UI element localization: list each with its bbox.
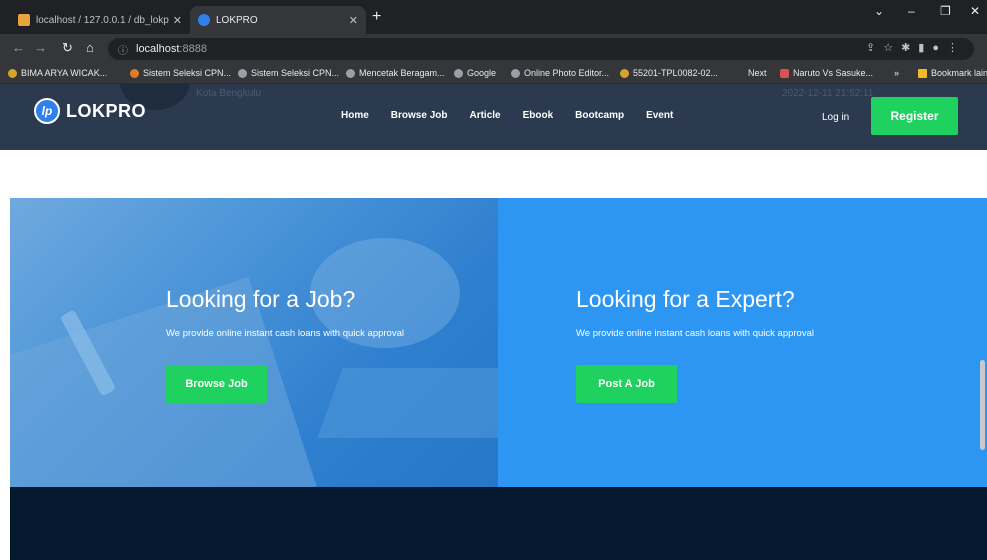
tab-search-icon[interactable]: ⌄ <box>874 4 884 18</box>
nav-ebook[interactable]: Ebook <box>523 110 554 121</box>
bookmark-item[interactable]: Mencetak Beragam... <box>346 68 445 78</box>
extensions-icon[interactable]: ✱ <box>901 42 918 54</box>
close-icon[interactable]: ✕ <box>349 14 358 27</box>
bookmark-item[interactable]: Google <box>454 68 496 78</box>
bookmark-item[interactable]: BIMA ARYA WICAK... <box>8 68 107 78</box>
bookmark-icon <box>511 68 520 78</box>
close-icon[interactable]: ✕ <box>173 14 182 27</box>
home-icon[interactable]: ⌂ <box>86 40 94 55</box>
folder-icon <box>918 68 927 78</box>
url-text: localhost:8888 <box>136 43 207 55</box>
reload-icon[interactable]: ↻ <box>62 40 73 56</box>
employer-subtitle: We provide online instant cash loans wit… <box>576 328 814 339</box>
bookmark-item[interactable]: Naruto Vs Sasuke... <box>780 68 873 78</box>
window-close-icon[interactable]: ✕ <box>970 4 980 18</box>
bookmark-icon <box>620 68 629 78</box>
nav-event[interactable]: Event <box>646 110 673 121</box>
site-logo[interactable]: lp LOKPRO <box>34 98 146 124</box>
info-icon[interactable]: ⓘ <box>118 42 128 57</box>
bookmarks-overflow[interactable]: » <box>894 68 899 78</box>
minimize-icon[interactable]: – <box>908 4 915 18</box>
register-button[interactable]: Register <box>871 97 958 135</box>
ghost-location-text: Kota Bengkulu <box>196 88 262 99</box>
employer-title: Looking for a Expert? <box>576 286 795 312</box>
new-tab-button[interactable]: + <box>372 6 381 28</box>
bookmark-folder[interactable]: Bookmark lain <box>918 68 987 78</box>
bookmark-icon <box>8 68 17 78</box>
brand-name: LOKPRO <box>66 100 147 121</box>
tab-title: localhost / 127.0.0.1 / db_lokpro <box>36 14 169 26</box>
bookmark-item[interactable]: 55201-TPL0082-02... <box>620 68 718 78</box>
star-icon[interactable]: ☆ <box>883 42 901 54</box>
lokpro-logo-icon: lp <box>34 98 60 124</box>
phpmyadmin-icon <box>18 14 30 26</box>
nav-bootcamp[interactable]: Bootcamp <box>575 110 624 121</box>
menu-icon[interactable]: ⋮ <box>947 42 966 54</box>
nav-article[interactable]: Article <box>469 110 500 121</box>
browse-job-button[interactable]: Browse Job <box>166 365 267 403</box>
toolbar-actions: ⇪☆✱▮●⋮ <box>866 41 966 54</box>
main-nav: Home Browse Job Article Ebook Bootcamp E… <box>341 110 695 121</box>
bookmark-icon <box>780 68 789 78</box>
google-icon <box>454 68 463 78</box>
back-icon[interactable]: ← <box>12 40 25 55</box>
bookmark-icon <box>130 68 139 78</box>
login-link[interactable]: Log in <box>822 112 849 123</box>
footer <box>10 487 987 560</box>
browser-tab-lokpro[interactable]: LOKPRO ✕ <box>190 6 366 34</box>
post-a-job-button[interactable]: Post A Job <box>576 365 677 403</box>
bookmark-item[interactable]: Next <box>748 68 767 78</box>
job-seeker-subtitle: We provide online instant cash loans wit… <box>166 328 404 339</box>
nav-browse-job[interactable]: Browse Job <box>391 110 448 121</box>
browser-tab-strip: localhost / 127.0.0.1 / db_lokpro ✕ LOKP… <box>0 0 987 34</box>
employer-panel: Looking for a Expert? We provide online … <box>498 198 987 487</box>
nav-home[interactable]: Home <box>341 110 369 121</box>
page-scrollbar[interactable] <box>980 360 985 450</box>
share-icon[interactable]: ⇪ <box>866 42 883 54</box>
sidebar-icon[interactable]: ▮ <box>918 42 932 54</box>
browser-toolbar: ← → ↻ ⌂ ⓘ localhost:8888 ⇪☆✱▮●⋮ <box>0 34 987 64</box>
bookmark-item[interactable]: Sistem Seleksi CPN... <box>238 68 339 78</box>
job-seeker-panel: Looking for a Job? We provide online ins… <box>10 198 498 487</box>
job-seeker-title: Looking for a Job? <box>166 286 356 312</box>
cta-split-section: Looking for a Job? We provide online ins… <box>10 198 987 487</box>
forward-icon[interactable]: → <box>34 40 47 55</box>
bookmark-item[interactable]: Sistem Seleksi CPN... <box>130 68 231 78</box>
bookmark-icon <box>238 68 247 78</box>
bookmark-item[interactable]: Online Photo Editor... <box>511 68 609 78</box>
laptop-decoration <box>317 368 498 438</box>
browser-tab-phpmyadmin[interactable]: localhost / 127.0.0.1 / db_lokpro ✕ <box>10 6 190 34</box>
bookmark-icon <box>346 68 355 78</box>
lokpro-favicon <box>198 14 210 26</box>
ghost-timestamp-text: 2022-12-11 21:52:11 <box>782 88 874 99</box>
address-bar[interactable]: ⓘ localhost:8888 ⇪☆✱▮●⋮ <box>108 38 974 60</box>
maximize-icon[interactable]: ❐ <box>940 4 951 18</box>
profile-icon[interactable]: ● <box>932 42 947 54</box>
site-header: Kota Bengkulu 2022-12-11 21:52:11 lp LOK… <box>0 84 987 150</box>
bookmarks-bar: BIMA ARYA WICAK... Sistem Seleksi CPN...… <box>0 64 987 84</box>
tab-title: LOKPRO <box>216 14 258 26</box>
